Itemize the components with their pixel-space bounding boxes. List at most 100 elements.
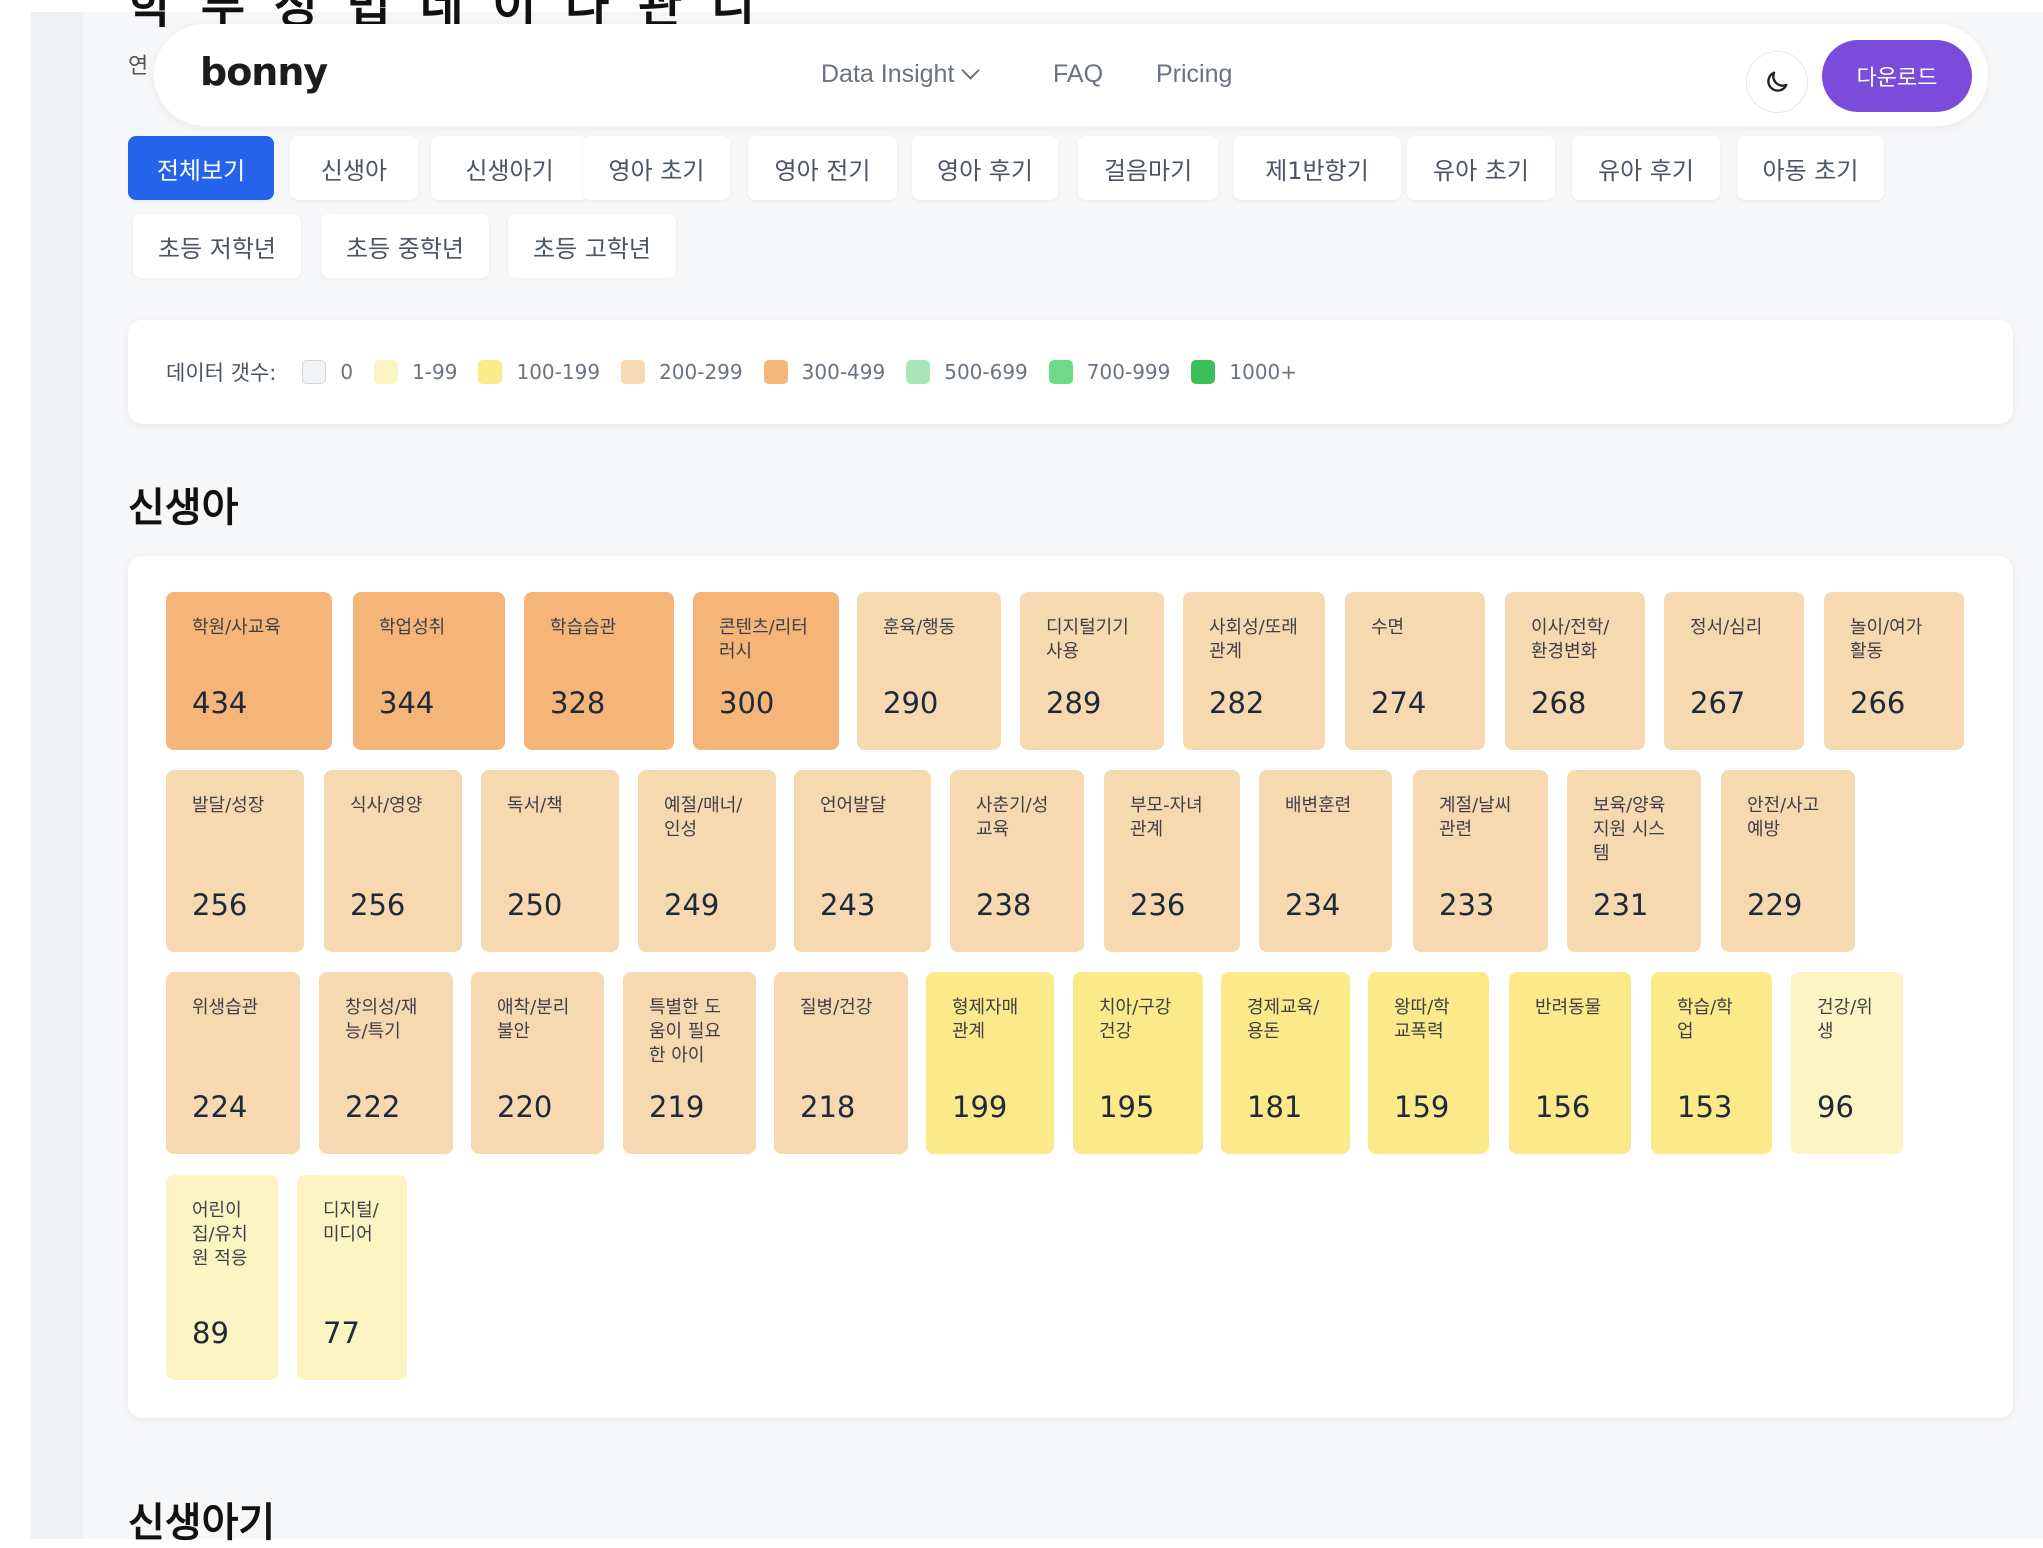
topic-card[interactable]: 형제자매관계 199 [926, 972, 1054, 1154]
tab-0[interactable]: 전체보기 [128, 136, 274, 200]
topic-card[interactable]: 사회성/또래관계 282 [1183, 592, 1325, 750]
legend-label: 700-999 [1086, 360, 1171, 384]
tab-4[interactable]: 영아 전기 [748, 136, 897, 200]
legend-swatch [1191, 360, 1216, 384]
next-section-title: 신생아기 [128, 1500, 276, 1546]
download-button[interactable]: 다운로드 [1822, 40, 1972, 112]
topic-card-count: 233 [1439, 888, 1495, 922]
page-subheading: 연 [128, 54, 149, 79]
topic-card-count: 300 [719, 686, 775, 720]
topic-card[interactable]: 사춘기/성교육 238 [950, 770, 1084, 952]
topic-card-label: 발달/성장 [192, 795, 265, 816]
bonny-logo[interactable]: bonny [200, 50, 328, 94]
legend-title: 데이터 갯수: [166, 361, 277, 385]
topic-card-label: 질병/건강 [800, 997, 873, 1018]
topic-card-label: 학업성취 [379, 617, 446, 638]
topic-card[interactable]: 계절/날씨관련 233 [1413, 770, 1548, 952]
legend-label: 500-699 [944, 360, 1028, 384]
topic-card[interactable]: 발달/성장 256 [166, 770, 304, 952]
tab-8[interactable]: 유아 초기 [1407, 136, 1555, 200]
topic-card-label: 독서/책 [507, 795, 563, 816]
topic-card[interactable]: 왕따/학교폭력 159 [1368, 972, 1489, 1154]
topic-card-count: 328 [550, 686, 606, 720]
topic-card[interactable]: 반려동물 156 [1509, 972, 1631, 1154]
topic-card[interactable]: 학원/사교육 434 [166, 592, 332, 750]
moon-icon [1767, 71, 1788, 92]
topic-card-label: 어린이집/유치원 적응 [192, 1200, 248, 1269]
topic-card[interactable]: 훈육/행동 290 [857, 592, 1001, 750]
topic-card-count: 290 [883, 686, 939, 720]
topic-card[interactable]: 경제교육/용돈 181 [1221, 972, 1350, 1154]
legend-swatch [374, 360, 399, 384]
topic-card-label: 안전/사고예방 [1747, 795, 1820, 840]
topic-card-label: 배변훈련 [1285, 795, 1352, 816]
topic-card[interactable]: 창의성/재능/특기 222 [319, 972, 453, 1154]
legend-swatch [302, 360, 327, 384]
topic-card[interactable]: 보육/양육지원 시스템 231 [1567, 770, 1701, 952]
tab-5[interactable]: 영아 후기 [912, 136, 1058, 200]
topic-card[interactable]: 디지털/미디어 77 [297, 1175, 407, 1380]
topic-card[interactable]: 놀이/여가활동 266 [1824, 592, 1964, 750]
tab-12[interactable]: 초등 중학년 [321, 214, 489, 278]
topic-card[interactable]: 배변훈련 234 [1259, 770, 1392, 952]
nav-data-insight[interactable]: Data Insight [821, 60, 981, 89]
topic-card-count: 234 [1285, 888, 1341, 922]
topic-card-count: 89 [192, 1316, 229, 1350]
topic-card-label: 위생습관 [192, 997, 259, 1018]
topic-card[interactable]: 학습습관 328 [524, 592, 674, 750]
topic-card[interactable]: 콘텐츠/리터러시 300 [693, 592, 839, 750]
topic-card[interactable]: 언어발달 243 [794, 770, 931, 952]
topic-card-count: 236 [1130, 888, 1186, 922]
topic-card-label: 콘텐츠/리터러시 [719, 617, 808, 662]
topic-card-label: 건강/위생 [1817, 997, 1873, 1042]
tab-7[interactable]: 제1반항기 [1233, 136, 1401, 200]
topic-card[interactable]: 애착/분리불안 220 [471, 972, 604, 1154]
topic-card[interactable]: 수면 274 [1345, 592, 1485, 750]
topic-card-label: 형제자매관계 [952, 997, 1019, 1042]
topic-card[interactable]: 독서/책 250 [481, 770, 619, 952]
legend-label: 1000+ [1229, 360, 1298, 384]
tab-6[interactable]: 걸음마기 [1078, 136, 1218, 200]
legend-swatch [478, 360, 503, 384]
topic-card[interactable]: 식사/영양 256 [324, 770, 462, 952]
tab-3[interactable]: 영아 초기 [583, 136, 730, 200]
topic-card-count: 220 [497, 1090, 553, 1124]
tab-13[interactable]: 초등 고학년 [508, 214, 676, 278]
topic-card-count: 77 [323, 1316, 360, 1350]
topic-card[interactable]: 학업성취 344 [353, 592, 505, 750]
topic-card[interactable]: 질병/건강 218 [774, 972, 908, 1154]
topic-card-count: 231 [1593, 888, 1649, 922]
topic-card-count: 256 [350, 888, 406, 922]
topic-card-label: 이사/전학/환경변화 [1531, 617, 1610, 662]
tab-2[interactable]: 신생아기 [431, 136, 588, 200]
theme-toggle-button[interactable] [1746, 51, 1808, 113]
nav-faq[interactable]: FAQ [1053, 60, 1103, 89]
tab-9[interactable]: 유아 후기 [1572, 136, 1720, 200]
topic-card[interactable]: 위생습관 224 [166, 972, 300, 1154]
legend-swatch [621, 360, 646, 384]
top-navbar: bonny Data Insight FAQ Pricing 다운로드 [154, 24, 1988, 126]
topic-card[interactable]: 치아/구강건강 195 [1073, 972, 1203, 1154]
topic-card-count: 250 [507, 888, 563, 922]
topic-card-count: 268 [1531, 686, 1587, 720]
topic-card[interactable]: 부모-자녀관계 236 [1104, 770, 1240, 952]
topic-card-label: 특별한 도움이 필요한 아이 [649, 997, 721, 1066]
topic-card-label: 부모-자녀관계 [1130, 795, 1203, 840]
topic-card[interactable]: 안전/사고예방 229 [1721, 770, 1855, 952]
topic-card[interactable]: 정서/심리 267 [1664, 592, 1804, 750]
topic-card-count: 199 [952, 1090, 1008, 1124]
topic-card[interactable]: 건강/위생 96 [1791, 972, 1903, 1154]
nav-pricing[interactable]: Pricing [1156, 60, 1232, 89]
tab-11[interactable]: 초등 저학년 [133, 214, 301, 278]
tab-1[interactable]: 신생아 [290, 136, 418, 200]
sidebar-strip [31, 12, 83, 1539]
topic-card[interactable]: 어린이집/유치원 적응 89 [166, 1175, 278, 1380]
topic-card-count: 222 [345, 1090, 401, 1124]
topic-card-count: 229 [1747, 888, 1803, 922]
topic-card[interactable]: 디지털기기 사용 289 [1020, 592, 1164, 750]
topic-card[interactable]: 특별한 도움이 필요한 아이 219 [623, 972, 756, 1154]
topic-card[interactable]: 학습/학업 153 [1651, 972, 1772, 1154]
tab-10[interactable]: 아동 초기 [1737, 136, 1884, 200]
topic-card[interactable]: 예절/매너/인성 249 [638, 770, 776, 952]
topic-card[interactable]: 이사/전학/환경변화 268 [1505, 592, 1645, 750]
